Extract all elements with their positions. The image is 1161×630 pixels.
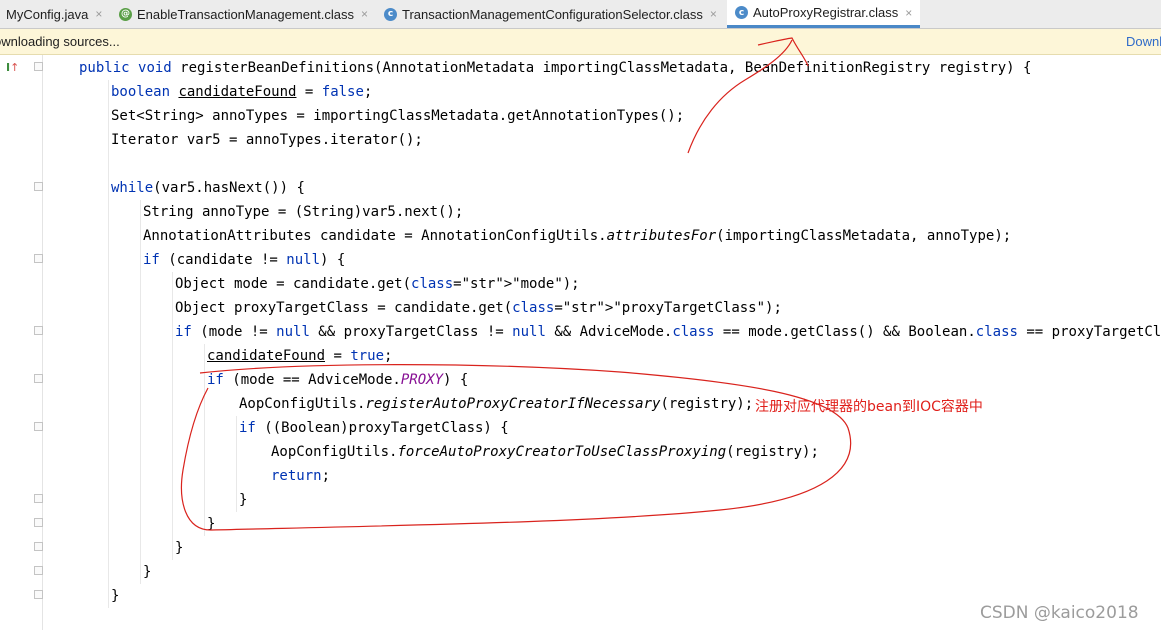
code-line[interactable]: while(var5.hasNext()) { xyxy=(111,176,305,200)
fold-marker[interactable] xyxy=(34,374,43,383)
annotation-note: 注册对应代理器的bean到IOC容器中 xyxy=(755,399,983,415)
tab-auto-proxy-registrar[interactable]: c AutoProxyRegistrar.class × xyxy=(727,0,921,28)
downloading-sources-banner: ownloading sources... Downl xyxy=(0,29,1161,55)
watermark: CSDN @kaico2018 xyxy=(980,603,1139,623)
class-icon: c xyxy=(384,7,397,21)
fold-marker[interactable] xyxy=(34,494,43,503)
code-line[interactable]: AopConfigUtils.registerAutoProxyCreatorI… xyxy=(239,392,753,416)
close-icon[interactable]: × xyxy=(710,7,717,21)
fold-marker[interactable] xyxy=(34,518,43,527)
tab-label: EnableTransactionManagement.class xyxy=(137,6,355,22)
banner-message: ownloading sources... xyxy=(0,34,120,49)
code-line[interactable]: Object proxyTargetClass = candidate.get(… xyxy=(175,296,782,320)
code-line[interactable]: } xyxy=(207,512,215,536)
code-line[interactable]: boolean candidateFound = false; xyxy=(111,80,372,104)
code-line[interactable]: if ((Boolean)proxyTargetClass) { xyxy=(239,416,509,440)
close-icon[interactable]: × xyxy=(361,7,368,21)
fold-marker[interactable] xyxy=(34,326,43,335)
code-line[interactable]: } xyxy=(143,560,151,584)
download-link[interactable]: Downl xyxy=(1126,34,1161,49)
code-line[interactable]: public void registerBeanDefinitions(Anno… xyxy=(79,56,1031,80)
tab-myconfig[interactable]: MyConfig.java × xyxy=(6,0,102,28)
code-line[interactable]: if (mode == AdviceMode.PROXY) { xyxy=(207,368,468,392)
code-line[interactable]: Iterator var5 = annoTypes.iterator(); xyxy=(111,128,423,152)
code-editor[interactable]: public void registerBeanDefinitions(Anno… xyxy=(79,56,1161,616)
annotation-class-icon: @ xyxy=(119,7,132,21)
tab-enable-transaction-management[interactable]: @ EnableTransactionManagement.class × xyxy=(119,0,368,28)
code-line[interactable]: } xyxy=(239,488,247,512)
code-line[interactable]: AnnotationAttributes candidate = Annotat… xyxy=(143,224,1011,248)
fold-marker[interactable] xyxy=(34,182,43,191)
code-line[interactable]: return; xyxy=(271,464,330,488)
class-icon: c xyxy=(735,6,748,19)
fold-marker[interactable] xyxy=(34,566,43,575)
fold-marker[interactable] xyxy=(34,542,43,551)
close-icon[interactable]: × xyxy=(905,6,912,20)
close-icon[interactable]: × xyxy=(95,7,102,21)
code-line[interactable]: Set<String> annoTypes = importingClassMe… xyxy=(111,104,684,128)
code-line[interactable]: if (candidate != null) { xyxy=(143,248,345,272)
fold-marker[interactable] xyxy=(34,62,43,71)
code-line[interactable]: } xyxy=(175,536,183,560)
tab-label: TransactionManagementConfigurationSelect… xyxy=(402,6,703,22)
code-line[interactable]: String annoType = (String)var5.next(); xyxy=(143,200,463,224)
editor-tab-bar: MyConfig.java × @ EnableTransactionManag… xyxy=(0,0,1161,29)
tab-transaction-management-configuration-selector[interactable]: c TransactionManagementConfigurationSele… xyxy=(384,0,717,28)
code-line[interactable]: if (mode != null && proxyTargetClass != … xyxy=(175,320,1161,344)
code-line[interactable]: } xyxy=(111,584,119,608)
tab-label: MyConfig.java xyxy=(6,6,89,22)
code-line[interactable]: candidateFound = true; xyxy=(207,344,392,368)
tab-label: AutoProxyRegistrar.class xyxy=(753,5,899,20)
code-line[interactable]: AopConfigUtils.forceAutoProxyCreatorToUs… xyxy=(271,440,819,464)
implements-method-icon[interactable]: I↑ xyxy=(6,61,19,74)
fold-marker[interactable] xyxy=(34,422,43,431)
fold-marker[interactable] xyxy=(34,590,43,599)
code-line[interactable]: Object mode = candidate.get(class="str">… xyxy=(175,272,580,296)
fold-marker[interactable] xyxy=(34,254,43,263)
